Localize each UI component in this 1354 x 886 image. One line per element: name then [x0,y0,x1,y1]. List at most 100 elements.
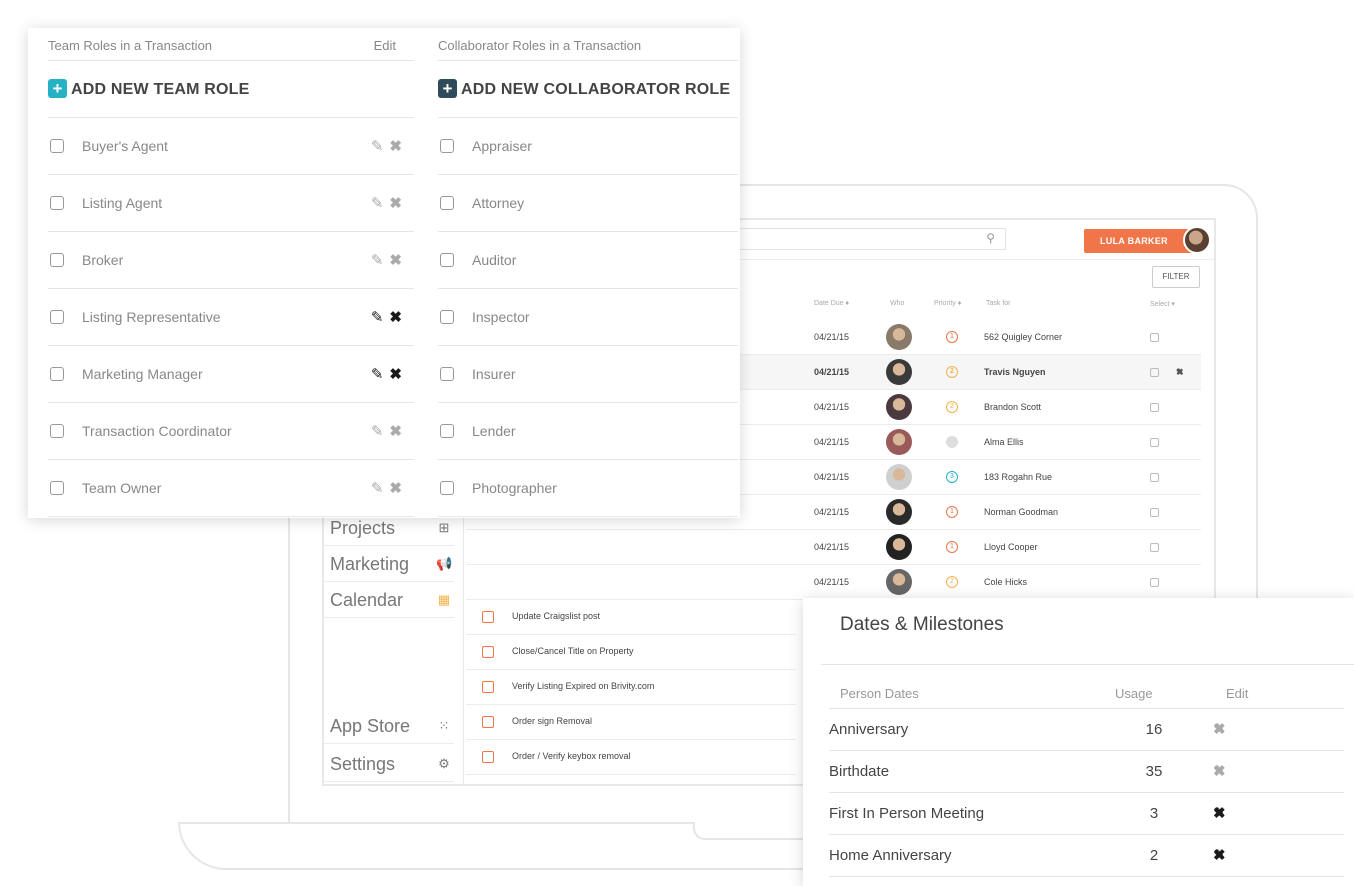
list-item: Attorney [438,175,738,232]
role-name: Lender [472,423,516,439]
col-usage: Usage [1115,686,1153,701]
delete-icon[interactable]: ✖ [389,366,402,383]
delete-icon[interactable]: ✖ [1213,835,1226,877]
priority-badge: 3 [946,471,958,483]
checklist-item[interactable]: Order / Verify keybox removal [466,740,796,775]
delete-icon[interactable]: ✖ [1213,709,1226,751]
task-for: Brandon Scott [984,402,1042,412]
due-date: 04/21/15 [814,402,850,412]
role-checkbox[interactable] [50,310,64,324]
plus-icon: + [48,79,67,98]
col-priority[interactable]: Priority ♦ [934,300,961,307]
role-checkbox[interactable] [440,367,454,381]
list-item: Listing Representative ✎ ✖ [48,289,414,346]
nav-label: Marketing [330,554,410,574]
checklist-item[interactable]: Order sign Removal [466,705,796,740]
table-row[interactable]: 04/21/15 2 Cole Hicks [466,565,1201,600]
delete-icon[interactable]: ✖ [389,195,402,212]
role-checkbox[interactable] [50,196,64,210]
task-checkbox[interactable] [482,751,494,763]
col-select[interactable]: Select ▾ [1150,300,1175,308]
role-name: Buyer's Agent [82,138,168,154]
due-date: 04/21/15 [814,507,850,517]
role-actions: ✎ ✖ [371,232,402,289]
delete-icon[interactable]: ✖ [1213,793,1226,835]
role-checkbox[interactable] [440,424,454,438]
select-checkbox[interactable] [1150,403,1159,412]
role-checkbox[interactable] [50,253,64,267]
role-checkbox[interactable] [50,139,64,153]
role-checkbox[interactable] [440,481,454,495]
task-checkbox[interactable] [482,611,494,623]
role-checkbox[interactable] [50,481,64,495]
checklist-label: Verify Listing Expired on Brivity.com [512,681,655,691]
due-date: 04/21/15 [814,472,850,482]
avatar [886,394,912,420]
delete-icon[interactable]: ✖ [389,423,402,440]
sidebar-item-settings[interactable]: Settings ⚙ [324,746,454,782]
due-date: 04/21/15 [814,367,850,377]
filter-button[interactable]: FILTER [1152,266,1200,288]
role-checkbox[interactable] [50,424,64,438]
checklist-label: Order / Verify keybox removal [512,751,631,761]
sidebar-item-calendar[interactable]: Calendar ▦ [324,582,454,618]
sidebar-item-app-store[interactable]: App Store ⁙ [324,708,454,744]
list-item: Auditor [438,232,738,289]
user-menu-button[interactable]: LULA BARKER [1084,229,1196,253]
select-checkbox[interactable] [1150,543,1159,552]
checklist-label: Close/Cancel Title on Property [512,646,634,656]
delete-icon[interactable]: ✖ [389,138,402,155]
list-item: Appraiser [438,118,738,175]
pencil-icon[interactable]: ✎ [371,480,384,497]
role-checkbox[interactable] [440,253,454,267]
usage-count: 2 [1149,847,1159,864]
add-team-role-label: ADD NEW TEAM ROLE [71,81,250,98]
task-checkbox[interactable] [482,646,494,658]
list-item: Broker ✎ ✖ [48,232,414,289]
select-checkbox[interactable] [1150,508,1159,517]
select-checkbox[interactable] [1150,438,1159,447]
search-icon[interactable]: ⚲ [986,231,995,245]
role-name: Transaction Coordinator [82,423,232,439]
table-row[interactable]: 04/21/15 1 Lloyd Cooper [466,530,1201,565]
task-checkbox[interactable] [482,681,494,693]
delete-icon[interactable]: ✖ [389,252,402,269]
role-checkbox[interactable] [440,196,454,210]
pencil-icon[interactable]: ✎ [371,195,384,212]
select-checkbox[interactable] [1150,368,1159,377]
select-checkbox[interactable] [1150,473,1159,482]
avatar [886,569,912,595]
select-checkbox[interactable] [1150,333,1159,342]
checklist-item[interactable]: Update Craigslist post [466,600,796,635]
checklist-item[interactable]: Close/Cancel Title on Property [466,635,796,670]
delete-icon[interactable]: ✖ [1176,355,1184,389]
select-checkbox[interactable] [1150,578,1159,587]
role-name: Photographer [472,480,557,496]
add-team-role-button[interactable]: + ADD NEW TEAM ROLE [48,61,414,118]
role-checkbox[interactable] [440,139,454,153]
task-checkbox[interactable] [482,716,494,728]
collaborator-roles-header: Collaborator Roles in a Transaction [438,28,738,61]
pencil-icon[interactable]: ✎ [371,309,384,326]
sidebar-item-marketing[interactable]: Marketing 📢 [324,546,454,582]
role-checkbox[interactable] [50,367,64,381]
collaborator-roles-column: Collaborator Roles in a Transaction + AD… [438,28,738,518]
checklist-item[interactable]: Verify Listing Expired on Brivity.com [466,670,796,705]
delete-icon[interactable]: ✖ [389,309,402,326]
pencil-icon[interactable]: ✎ [371,252,384,269]
task-for: Norman Goodman [984,507,1059,517]
pencil-icon[interactable]: ✎ [371,138,384,155]
pencil-icon[interactable]: ✎ [371,423,384,440]
add-collaborator-role-button[interactable]: + ADD NEW COLLABORATOR ROLE [438,61,738,118]
col-date-due[interactable]: Date Due ♦ [814,300,849,307]
pencil-icon[interactable]: ✎ [371,366,384,383]
role-name: Broker [82,252,124,268]
avatar[interactable] [1183,226,1211,254]
delete-icon[interactable]: ✖ [389,480,402,497]
role-checkbox[interactable] [440,310,454,324]
team-roles-column: Team Roles in a Transaction Edit + ADD N… [48,28,414,518]
delete-icon[interactable]: ✖ [1213,751,1226,793]
list-item: Buyer's Agent ✎ ✖ [48,118,414,175]
app-sidebar: Projects ⊞ Marketing 📢 Calendar ▦ App Store ⁙ Se… [324,510,464,784]
list-item: Team Owner ✎ ✖ [48,460,414,517]
